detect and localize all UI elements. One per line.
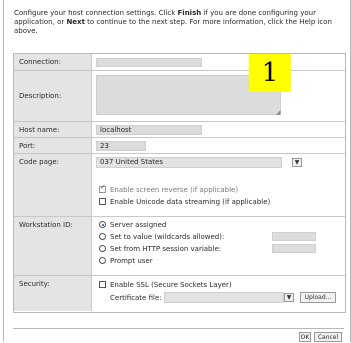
port-input[interactable]: 23 [96,141,146,151]
row-host-name: Host name: localhost [14,122,345,138]
radio-set-to-value[interactable] [99,233,106,240]
set-to-value-label: Set to value (wildcards allowed): [110,233,225,241]
chevron-down-icon[interactable]: ▼ [284,293,294,302]
radio-http-session[interactable] [99,245,106,252]
code-page-label-cell: Code page: [14,154,92,216]
port-label-cell: Port: [14,138,92,153]
settings-form: Connection: Description: ◢ Host name: lo… [13,53,346,313]
prompt-user-label: Prompt user [110,257,153,265]
http-session-input[interactable] [272,244,316,253]
ok-button[interactable]: OK [299,332,311,342]
row-code-page: Code page: 037 United States ▼ Enable sc… [14,154,345,217]
row-workstation-id: Workstation ID: Server assigned Set to v… [14,217,345,276]
row-description: Description: ◢ [14,71,345,122]
code-page-label: Code page: [19,158,59,166]
description-label: Description: [19,92,62,100]
host-name-label: Host name: [19,126,60,134]
ssl-label: Enable SSL (Secure Sockets Layer) [110,281,232,289]
ssl-checkbox[interactable] [99,281,106,288]
row-connection: Connection: [14,54,345,71]
set-to-value-input[interactable] [272,232,316,241]
radio-prompt-user[interactable] [99,257,106,264]
description-label-cell: Description: [14,71,92,121]
upload-button[interactable]: Upload... [300,292,336,303]
dialog-frame: Configure your host connection settings.… [3,0,351,343]
screen-reverse-checkbox[interactable] [99,183,106,193]
http-session-label: Set from HTTP session variable: [110,245,222,253]
code-page-select[interactable]: 037 United States [96,157,282,168]
connection-label-cell: Connection: [14,54,92,70]
intro-finish: Finish [177,9,202,17]
connection-label: Connection: [19,58,61,66]
resize-grip-icon[interactable]: ◢ [276,109,281,116]
host-name-input[interactable]: localhost [96,125,202,135]
host-name-label-cell: Host name: [14,122,92,137]
port-label: Port: [19,142,36,150]
certificate-select[interactable] [164,292,284,303]
row-security: Security: Enable SSL (Secure Sockets Lay… [14,276,345,311]
connection-input[interactable] [96,58,202,67]
chevron-down-icon[interactable]: ▼ [292,158,302,167]
intro-text: Configure your host connection settings.… [14,9,348,36]
unicode-checkbox[interactable] [99,198,106,205]
callout-badge: 1 [249,54,291,92]
security-label-cell: Security: [14,276,92,311]
unicode-label: Enable Unicode data streaming (if applic… [110,198,271,206]
button-bar: OK Cancel [13,328,344,343]
workstation-id-label-cell: Workstation ID: [14,217,92,275]
screen-reverse-label: Enable screen reverse (if applicable) [110,186,239,194]
workstation-id-label: Workstation ID: [19,221,73,229]
radio-server-assigned[interactable] [99,221,106,228]
row-port: Port: 23 [14,138,345,154]
intro-part1: Configure your host connection settings.… [14,9,178,17]
certificate-label: Certificate file: [110,294,162,302]
server-assigned-label: Server assigned [110,221,167,229]
security-label: Security: [19,280,50,288]
intro-next: Next [66,18,85,26]
cancel-button[interactable]: Cancel [314,332,342,342]
